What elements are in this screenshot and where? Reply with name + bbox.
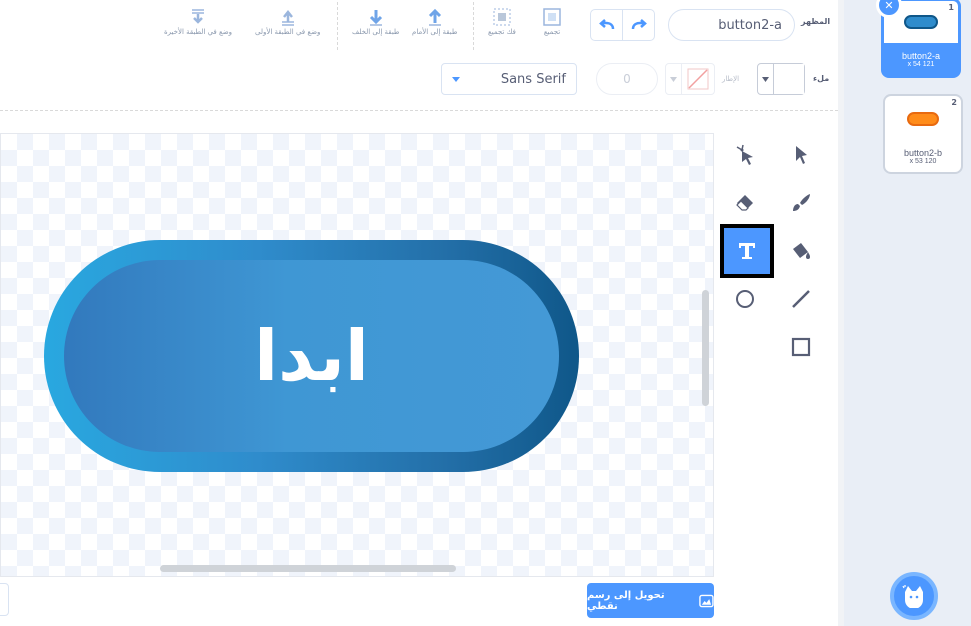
outline-swatch <box>682 64 714 94</box>
backward-label: طبقة إلى الخلف <box>352 28 400 36</box>
toolbar-divider <box>473 2 474 50</box>
costume-label: المظهر <box>801 17 831 26</box>
drawing-canvas[interactable]: ابدا <box>0 133 714 577</box>
costume-size: x 54 121 <box>907 60 935 68</box>
costume-number: 1 <box>948 3 954 12</box>
costume-size: x 53 120 <box>909 157 937 165</box>
add-costume-button[interactable] <box>890 572 938 620</box>
image-icon <box>699 594 714 607</box>
costume-name-input[interactable]: button2-a <box>668 9 795 41</box>
costume-item[interactable]: 2 button2-b x 53 120 <box>883 94 963 174</box>
costume-name: button2-b <box>903 147 943 158</box>
fill-tool[interactable] <box>778 228 824 274</box>
brush-tool[interactable] <box>778 180 824 226</box>
chevron-down-icon <box>452 76 460 82</box>
bring-to-front-label: وضع في الطبقة الأولى <box>255 28 321 36</box>
reshape-icon <box>736 144 753 165</box>
line-icon <box>792 290 810 308</box>
forward-button[interactable]: طبقة إلى الأمام <box>412 8 458 36</box>
brush-icon <box>793 194 810 211</box>
line-tool[interactable] <box>778 276 824 322</box>
button-text[interactable]: ابدا <box>254 315 369 397</box>
eraser-tool[interactable] <box>722 180 768 226</box>
costume-footer: button2-a x 54 121 <box>884 43 958 75</box>
outline-label: الإطار <box>722 75 740 83</box>
group-label: تجميع <box>543 28 561 36</box>
button-shape-outer[interactable]: ابدا <box>44 240 579 472</box>
redo-icon <box>631 19 647 30</box>
send-to-back-label: وضع في الطبقة الأخيرة <box>164 28 233 36</box>
send-to-back-button[interactable]: وضع في الطبقة الأخيرة <box>164 8 232 36</box>
font-name: Sans Serif <box>500 71 566 87</box>
group-button[interactable]: تجميع <box>541 8 563 36</box>
costume-thumbnail <box>907 112 939 126</box>
paint-editor: وضع في الطبقة الأخيرة وضع في الطبقة الأو… <box>0 0 971 626</box>
costume-footer: button2-b x 53 120 <box>885 140 961 172</box>
costume-name: button2-a <box>901 50 941 61</box>
reshape-tool[interactable] <box>722 132 768 178</box>
convert-label: تحويل إلى رسم نقطي <box>587 589 665 612</box>
rectangle-icon <box>791 337 811 357</box>
bring-to-front-button[interactable]: وضع في الطبقة الأولى <box>255 8 320 36</box>
circle-tool[interactable] <box>722 276 768 322</box>
backward-icon <box>365 8 387 26</box>
font-dropdown[interactable]: Sans Serif <box>441 63 577 95</box>
text-tool[interactable] <box>720 224 774 278</box>
outline-color-picker[interactable] <box>665 63 715 95</box>
ungroup-label: فك تجميع <box>488 28 516 36</box>
fill-color-picker[interactable] <box>757 63 805 95</box>
circle-icon <box>736 290 754 308</box>
paint-bucket-icon <box>793 243 810 259</box>
group-icon <box>541 8 563 26</box>
costume-list-scrollbar[interactable] <box>838 0 844 626</box>
costume-thumbnail <box>904 15 938 29</box>
rectangle-tool[interactable] <box>778 324 824 370</box>
chevron-down-icon <box>758 64 774 94</box>
convert-to-bitmap-button[interactable]: تحويل إلى رسم نقطي <box>587 583 714 618</box>
chevron-down-icon <box>666 64 682 94</box>
cat-icon <box>902 585 923 608</box>
undo-redo-group <box>590 9 655 41</box>
fill-label: ملء <box>813 74 830 83</box>
toolbar-divider <box>337 2 338 50</box>
select-tool[interactable] <box>778 132 824 178</box>
forward-label: طبقة إلى الأمام <box>412 28 458 36</box>
zoom-control[interactable] <box>0 583 9 616</box>
text-icon <box>739 243 755 259</box>
forward-icon <box>424 8 446 26</box>
backward-button[interactable]: طبقة إلى الخلف <box>352 8 400 36</box>
undo-button[interactable] <box>591 10 622 40</box>
vertical-scrollbar[interactable] <box>702 290 709 406</box>
button-shape-inner[interactable]: ابدا <box>64 260 559 452</box>
bring-to-front-icon <box>277 8 299 26</box>
eraser-icon <box>736 195 753 211</box>
fill-swatch <box>774 64 804 94</box>
undo-icon <box>598 19 614 30</box>
close-icon: ✕ <box>884 0 894 12</box>
arrow-pointer-icon <box>796 146 807 164</box>
send-to-back-icon <box>187 8 209 26</box>
redo-button[interactable] <box>622 10 654 40</box>
horizontal-scrollbar[interactable] <box>160 565 456 572</box>
outline-width-input[interactable]: 0 <box>596 63 658 95</box>
toolbar-separator <box>0 110 838 111</box>
ungroup-button[interactable]: فك تجميع <box>488 8 516 36</box>
ungroup-icon <box>491 8 513 26</box>
costume-number: 2 <box>951 98 957 107</box>
